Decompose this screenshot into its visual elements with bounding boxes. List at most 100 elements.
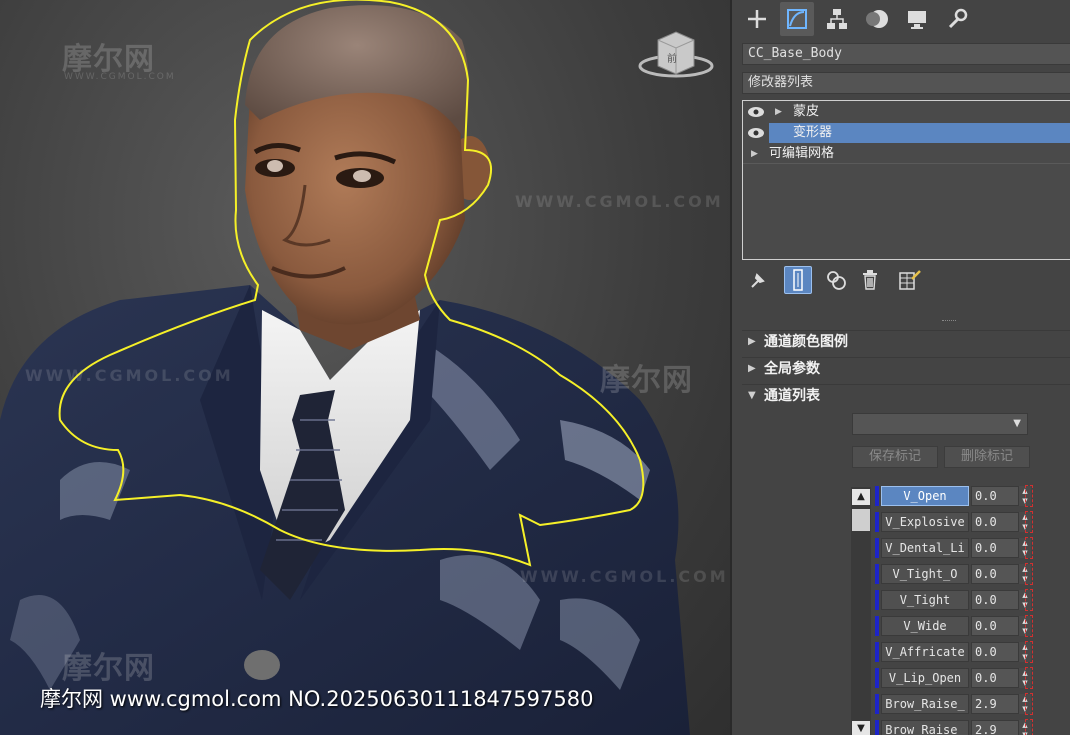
scroll-up-icon[interactable]: ▲ (852, 489, 870, 505)
channel-name-button[interactable]: V_Tight (881, 590, 969, 610)
channel-color-mark (875, 668, 879, 688)
channel-color-mark (875, 564, 879, 584)
channel-list[interactable]: ▲ ▼ V_Open 0.0 ▲ ▼ V_Explosive 0.0 ▲ ▼ V_Dental_… (851, 485, 1033, 735)
delete-marker-button[interactable]: 删除标记 (944, 446, 1030, 468)
rollout-title: 通道列表 (764, 388, 820, 404)
channel-row[interactable]: V_Tight_O 0.0 ▲ ▼ (875, 563, 1035, 585)
channel-row[interactable]: V_Tight 0.0 ▲ ▼ (875, 589, 1035, 611)
channel-name-button[interactable]: V_Affricate (881, 642, 969, 662)
channel-row[interactable]: Brow_Raise_ 2.9 ▲ ▼ (875, 693, 1035, 715)
channel-target-mark (1025, 719, 1033, 735)
expand-arrow-icon[interactable]: ▶ (775, 102, 782, 122)
create-tab[interactable] (740, 2, 774, 36)
viewcube-label: 前 (667, 52, 677, 65)
channel-row[interactable]: V_Open 0.0 ▲ ▼ (875, 485, 1035, 507)
channel-name-button[interactable]: V_Explosive (881, 512, 969, 532)
channel-target-mark (1025, 615, 1033, 637)
utilities-tab[interactable] (940, 2, 974, 36)
channel-name-button[interactable]: Brow_Raise_ (881, 720, 969, 735)
scroll-down-icon[interactable]: ▼ (852, 721, 870, 735)
collapsed-arrow-icon: ▶ (748, 336, 756, 347)
stack-item-editable-mesh[interactable]: ▶ 可编辑网格 (743, 144, 1070, 164)
viewcube[interactable]: 前 (636, 26, 716, 82)
channel-name-button[interactable]: V_Tight_O (881, 564, 969, 584)
channel-row[interactable]: V_Wide 0.0 ▲ ▼ (875, 615, 1035, 637)
stack-item-morpher[interactable]: 变形器 (743, 123, 1070, 143)
channel-value-field[interactable]: 0.0 (971, 512, 1019, 532)
channel-name-button[interactable]: V_Lip_Open (881, 668, 969, 688)
channel-scrollbar[interactable]: ▲ ▼ (851, 487, 871, 735)
channel-name-button[interactable]: V_Wide (881, 616, 969, 636)
rollout-channel-color-legend[interactable]: ▶ 通道颜色图例 (742, 330, 1070, 352)
channel-value-field[interactable]: 0.0 (971, 642, 1019, 662)
pin-stack-button[interactable] (744, 266, 772, 294)
utilities-tab-icon (948, 8, 968, 29)
rollout-title: 全局参数 (764, 361, 820, 377)
command-panel: CC_Base_Body 修改器列表 ▶ 蒙皮 变形器 ▶ 可编辑网格 ▶ 通道… (730, 0, 1070, 735)
channel-name-button[interactable]: Brow_Raise_ (881, 694, 969, 714)
chevron-down-icon: ▼ (1013, 418, 1021, 429)
expand-arrow-icon[interactable]: ▶ (751, 144, 758, 164)
make-unique-icon (827, 271, 846, 290)
channel-value-field[interactable]: 0.0 (971, 668, 1019, 688)
channel-value-field[interactable]: 2.9 (971, 720, 1019, 735)
watermark-url: WWW.CGMOL.COM (515, 192, 724, 211)
watermark-small: WWW.CGMOL.COM (64, 72, 176, 82)
channel-value-field[interactable]: 0.0 (971, 538, 1019, 558)
hierarchy-tab[interactable] (820, 2, 854, 36)
command-panel-tabs (732, 0, 1070, 38)
channel-value-field[interactable]: 2.9 (971, 694, 1019, 714)
channel-color-mark (875, 720, 879, 735)
channel-name-button[interactable]: V_Dental_Li (881, 538, 969, 558)
show-end-result-button[interactable] (784, 266, 812, 294)
channel-row[interactable]: V_Lip_Open 0.0 ▲ ▼ (875, 667, 1035, 689)
stack-item-label: 蒙皮 (793, 104, 820, 119)
channel-target-mark (1025, 537, 1033, 559)
stack-item-label: 变形器 (793, 125, 833, 140)
expanded-arrow-icon: ▼ (748, 390, 756, 401)
channel-row[interactable]: V_Explosive 0.0 ▲ ▼ (875, 511, 1035, 533)
motion-tab-icon (866, 10, 888, 28)
channel-value-field[interactable]: 0.0 (971, 564, 1019, 584)
panel-divider-grip[interactable] (942, 320, 956, 322)
display-tab[interactable] (900, 2, 934, 36)
channel-row[interactable]: Brow_Raise_ 2.9 ▲ ▼ (875, 719, 1035, 735)
scroll-thumb[interactable] (852, 509, 870, 531)
end-result-icon (793, 269, 803, 291)
visibility-eye-icon[interactable] (747, 127, 765, 139)
rollout-global-params[interactable]: ▶ 全局参数 (742, 357, 1070, 379)
channel-marker-dropdown[interactable]: ▼ (852, 413, 1028, 435)
channel-color-mark (875, 694, 879, 714)
modifier-stack[interactable]: ▶ 蒙皮 变形器 ▶ 可编辑网格 (742, 100, 1070, 260)
configure-modifier-sets-button[interactable] (896, 266, 924, 294)
rollout-channel-list[interactable]: ▼ 通道列表 (742, 384, 1070, 406)
object-name-field[interactable]: CC_Base_Body (742, 43, 1070, 65)
channel-value-field[interactable]: 0.0 (971, 590, 1019, 610)
watermark-url: WWW.CGMOL.COM (520, 567, 729, 586)
modifier-list-dropdown[interactable]: 修改器列表 (742, 72, 1070, 94)
watermark-logo: 摩尔网 (600, 363, 693, 398)
modify-tab[interactable] (780, 2, 814, 36)
stack-item-skin[interactable]: ▶ 蒙皮 (743, 102, 1070, 122)
channel-row[interactable]: V_Affricate 0.0 ▲ ▼ (875, 641, 1035, 663)
make-unique-button[interactable] (822, 266, 850, 294)
channel-value-field[interactable]: 0.0 (971, 616, 1019, 636)
display-tab-icon (908, 11, 926, 29)
stack-item-label: 可编辑网格 (769, 146, 835, 161)
motion-tab[interactable] (860, 2, 894, 36)
hierarchy-tab-icon (827, 9, 847, 29)
visibility-eye-icon[interactable] (747, 106, 765, 118)
save-marker-button[interactable]: 保存标记 (852, 446, 938, 468)
channel-color-mark (875, 616, 879, 636)
channel-color-mark (875, 590, 879, 610)
modify-tab-icon (787, 9, 807, 29)
channel-color-mark (875, 538, 879, 558)
footer-watermark: 摩尔网 www.cgmol.com NO.2025063011184759758… (40, 687, 594, 711)
perspective-viewport[interactable]: 摩尔网 WWW.CGMOL.COM 摩尔网 摩尔网 WWW.CGMOL.COM … (0, 0, 730, 735)
channel-row[interactable]: V_Dental_Li 0.0 ▲ ▼ (875, 537, 1035, 559)
channel-value-field[interactable]: 0.0 (971, 486, 1019, 506)
channel-name-button[interactable]: V_Open (881, 486, 969, 506)
pin-icon (751, 273, 765, 288)
remove-modifier-button[interactable] (856, 266, 884, 294)
channel-color-mark (875, 642, 879, 662)
